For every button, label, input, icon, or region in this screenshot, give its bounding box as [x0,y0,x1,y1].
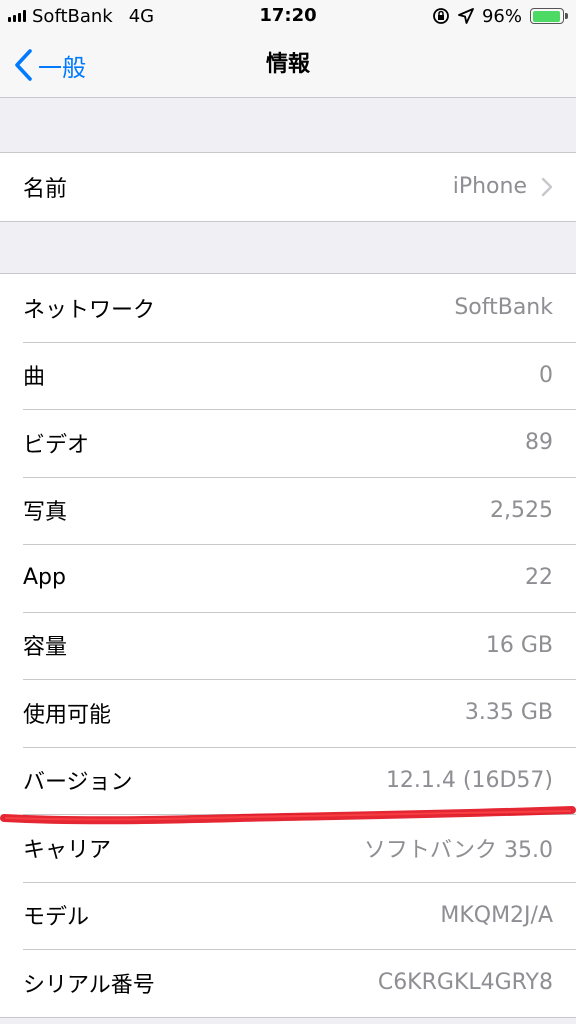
info-row-label: バージョン [23,770,133,796]
info-row-value: MKQM2J/A [440,902,553,928]
info-row-label: 使用可能 [23,702,112,728]
info-row-label: モデル [23,905,90,931]
network-type: 4G [128,5,155,27]
info-row-value: 22 [525,565,553,591]
info-row-network: ネットワーク SoftBank [0,274,576,342]
info-row-label: App [23,565,66,591]
info-row-label: ネットワーク [23,297,156,323]
navigation-bar: 一般 情報 [0,32,576,98]
info-row-label: 写真 [23,500,68,526]
info-row-model: モデル MKQM2J/A [0,881,576,950]
info-row-apps: App 22 [0,544,576,612]
info-row-label: キャリア [23,837,112,863]
info-row-serial: シリアル番号 C6KRGKL4GRY8 [0,949,576,1017]
signal-strength-icon [8,10,26,22]
info-row-value: 3.35 GB [464,700,553,726]
name-row[interactable]: 名前 iPhone [0,153,576,221]
location-arrow-icon [458,8,474,24]
info-row-value: ソフトバンク 35.0 [363,837,553,863]
page-title: 情報 [265,52,310,77]
info-row-label: 容量 [23,635,68,661]
info-row-label: ビデオ [23,432,90,458]
battery-icon [530,8,568,24]
name-row-label: 名前 [23,176,68,202]
info-row-value: SoftBank [454,295,553,321]
name-row-value-wrap: iPhone [453,174,553,199]
orientation-lock-icon [433,8,449,24]
info-row-available: 使用可能 3.35 GB [0,679,576,747]
info-row-label: シリアル番号 [23,972,155,998]
status-bar: SoftBank 4G 96% [0,0,576,32]
info-row-value: 16 GB [485,632,553,658]
carrier-name: SoftBank [32,5,113,27]
info-row-value: 2,525 [490,497,553,523]
info-row-value: C6KRGKL4GRY8 [377,970,553,996]
info-row-songs: 曲 0 [0,341,576,410]
info-row-carrier[interactable]: キャリア ソフトバンク 35.0 [0,814,576,882]
info-row-value: 12.1.4 (16D57) [385,767,553,793]
info-row-value: 89 [525,430,553,456]
status-right: 96% [432,5,568,27]
name-group: 名前 iPhone [0,152,576,222]
info-group: ネットワーク SoftBank 曲 0 ビデオ 89 写真 2,525 App … [0,273,576,1018]
info-row-value: 0 [539,362,553,388]
info-row-capacity: 容量 16 GB [0,611,576,680]
chevron-right-icon [541,177,553,196]
info-row-label: 曲 [23,365,46,391]
battery-fill [532,10,561,22]
info-row-photos: 写真 2,525 [0,476,576,545]
status-left: SoftBank 4G [8,6,154,27]
name-row-value: iPhone [452,174,527,200]
info-row-videos: ビデオ 89 [0,409,576,477]
battery-percentage: 96% [481,5,522,27]
info-row-version: バージョン 12.1.4 (16D57) [0,746,576,815]
